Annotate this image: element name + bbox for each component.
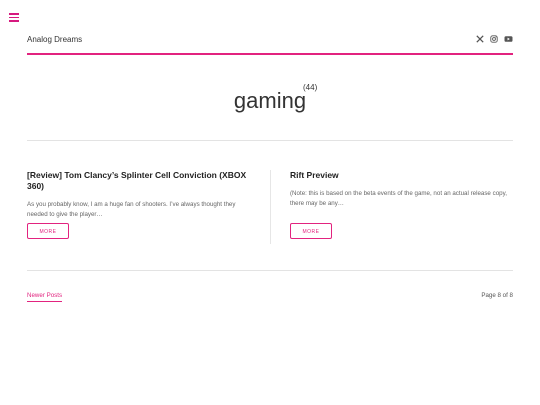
post-title[interactable]: Rift Preview xyxy=(290,170,520,181)
tag-count: (44) xyxy=(303,83,318,92)
column-separator xyxy=(270,170,271,244)
post-card: [Review] Tom Clancy’s Splinter Cell Conv… xyxy=(27,170,257,239)
header-accent-line xyxy=(27,53,513,55)
menu-icon[interactable] xyxy=(9,13,19,22)
site-header: Analog Dreams xyxy=(27,35,513,49)
x-icon[interactable] xyxy=(476,35,484,43)
youtube-icon[interactable] xyxy=(504,35,513,43)
more-button[interactable]: MORE xyxy=(290,223,332,239)
instagram-icon[interactable] xyxy=(490,35,498,43)
post-title[interactable]: [Review] Tom Clancy’s Splinter Cell Conv… xyxy=(27,170,257,192)
page-info: Page 8 of 8 xyxy=(481,292,513,299)
post-card: Rift Preview (Note: this is based on the… xyxy=(290,170,520,239)
more-button[interactable]: MORE xyxy=(27,223,69,239)
newer-posts-link[interactable]: Newer Posts xyxy=(27,292,63,302)
divider xyxy=(27,140,513,141)
tag-title: gaming xyxy=(233,88,307,113)
site-title[interactable]: Analog Dreams xyxy=(27,35,82,45)
post-excerpt: (Note: this is based on the beta events … xyxy=(290,190,507,207)
social-links xyxy=(476,35,513,43)
post-excerpt: As you probably know, I am a huge fan of… xyxy=(27,201,236,218)
divider xyxy=(27,270,513,271)
